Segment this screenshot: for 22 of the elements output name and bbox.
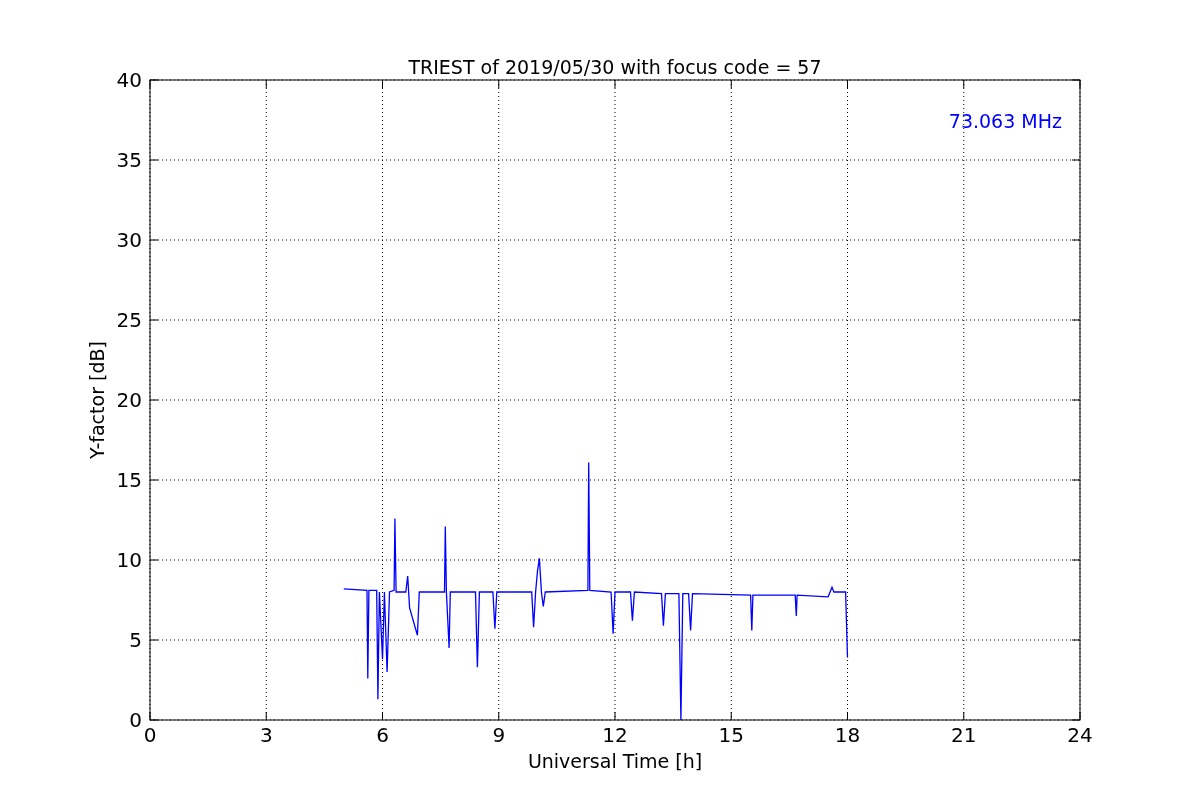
y-tick-label: 35 (116, 148, 142, 172)
y-tick-label: 10 (116, 548, 142, 572)
x-tick-label: 15 (718, 723, 744, 747)
y-tick-label: 30 (116, 228, 142, 252)
y-tick-label: 25 (116, 308, 142, 332)
x-tick-label: 12 (602, 723, 628, 747)
x-tick-label: 18 (834, 723, 861, 747)
x-tick-label: 3 (259, 723, 273, 747)
y-tick-label: 0 (129, 708, 142, 732)
x-tick-label: 24 (1067, 723, 1093, 747)
y-tick-label: 40 (116, 68, 142, 92)
x-tick-label: 0 (143, 723, 157, 747)
y-tick-label: 20 (116, 388, 142, 412)
y-tick-label: 15 (116, 468, 142, 492)
x-tick-label: 6 (376, 723, 389, 747)
x-axis-label: Universal Time [h] (527, 750, 703, 772)
frequency-annotation: 73.063 MHz (948, 110, 1062, 132)
y-tick-label: 5 (129, 628, 142, 652)
y-axis-label: Y-factor [dB] (86, 341, 108, 459)
chart-title: TRIEST of 2019/05/30 with focus code = 57 (408, 56, 822, 78)
x-tick-label: 9 (492, 723, 506, 747)
x-tick-label: 21 (951, 723, 977, 747)
